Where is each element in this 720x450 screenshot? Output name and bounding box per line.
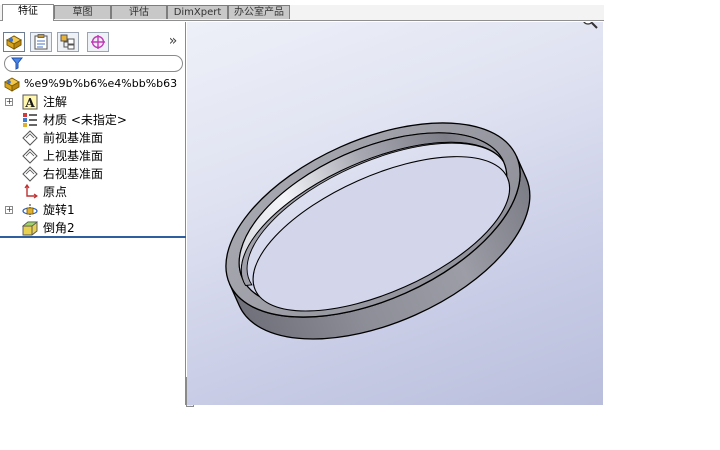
expand-panel-button[interactable]: » — [166, 32, 180, 50]
tree-filter-input[interactable] — [4, 55, 183, 72]
tree-item-revolve1[interactable]: + 旋转1 — [0, 201, 186, 219]
tree-root-part[interactable]: %e9%9b%b6%e4%bb%b63 — [0, 75, 186, 93]
expand-toggle[interactable]: + — [5, 98, 13, 106]
tree-item-top-plane[interactable]: 上视基准面 — [0, 147, 186, 165]
tree-item-material[interactable]: 材质 <未指定> — [0, 111, 186, 129]
ring-model[interactable] — [187, 22, 603, 405]
plane-icon — [22, 166, 38, 182]
dimxpert-manager-icon — [91, 35, 105, 49]
material-icon — [23, 113, 37, 127]
command-manager-tabs: 特征 草图 评估 DimXpert 办公室产品 — [0, 0, 604, 22]
tree-item-front-plane[interactable]: 前视基准面 — [0, 129, 186, 147]
tree-item-label: 材质 <未指定> — [43, 113, 127, 127]
annotations-icon: A — [22, 94, 38, 110]
plane-icon — [22, 130, 38, 146]
tree-item-label: 前视基准面 — [43, 131, 104, 145]
tree-item-origin[interactable]: 原点 — [0, 183, 186, 201]
feature-manager-icon — [5, 35, 23, 50]
tab-evaluate[interactable]: 评估 — [111, 5, 167, 19]
configuration-manager-icon — [60, 34, 75, 50]
revolve-icon — [22, 204, 38, 217]
tab-office-products[interactable]: 办公室产品 — [228, 5, 290, 19]
chamfer-icon — [22, 221, 38, 236]
tree-item-label: 旋转1 — [43, 203, 75, 217]
feature-manager-panel: » %e9%9b%b6%e4%bb%b63 + A 注解 材质 <未指定> 前视… — [0, 22, 194, 407]
tab-dimxpert[interactable]: DimXpert — [167, 5, 228, 19]
plane-icon — [22, 148, 38, 164]
tab-features[interactable]: 特征 — [2, 4, 54, 21]
expand-toggle[interactable]: + — [5, 206, 13, 214]
property-manager-tab[interactable] — [30, 32, 52, 52]
panel-toolbar: » — [0, 28, 186, 52]
origin-icon — [24, 184, 38, 199]
tree-item-label: 上视基准面 — [43, 149, 104, 163]
dimxpert-manager-tab[interactable] — [87, 32, 109, 52]
part-icon — [4, 77, 20, 92]
configuration-manager-tab[interactable] — [57, 32, 79, 52]
rollback-bar[interactable] — [0, 236, 186, 238]
tree-item-label: 注解 — [43, 95, 68, 109]
filter-icon — [11, 57, 23, 70]
graphics-viewport[interactable] — [187, 22, 603, 405]
tree-item-chamfer2[interactable]: 倒角2 — [0, 219, 186, 237]
part-name-label: %e9%9b%b6%e4%bb%b63 — [24, 77, 178, 90]
tab-sketch[interactable]: 草图 — [54, 5, 111, 19]
tree-item-right-plane[interactable]: 右视基准面 — [0, 165, 186, 183]
tree-item-annotations[interactable]: + A 注解 — [0, 93, 186, 111]
svg-text:A: A — [24, 96, 35, 110]
property-manager-icon — [34, 34, 48, 50]
tree-item-label: 倒角2 — [43, 221, 75, 235]
tree-item-label: 右视基准面 — [43, 167, 104, 181]
feature-manager-tab[interactable] — [3, 32, 25, 52]
tree-item-label: 原点 — [43, 185, 68, 199]
